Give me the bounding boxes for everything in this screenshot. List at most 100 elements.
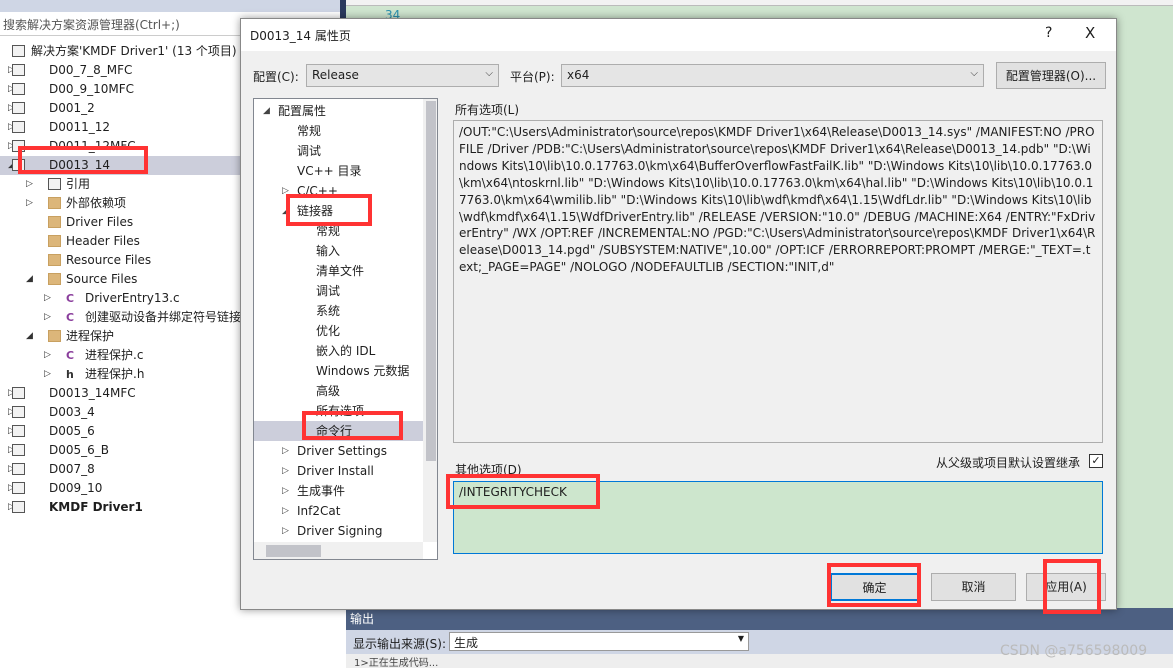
- property-tree-item[interactable]: 所有选项: [254, 401, 423, 421]
- solution-tree-item[interactable]: Header Files: [0, 232, 240, 251]
- property-tree-item[interactable]: 调试: [254, 141, 423, 161]
- solution-tree-item[interactable]: ◢ 进程保护: [0, 327, 240, 346]
- solution-tree-item-label: 解决方案'KMDF Driver1' (13 个项目): [31, 44, 237, 58]
- solution-tree-item[interactable]: ▷D00_9_10MFC: [0, 80, 240, 99]
- solution-tree-item[interactable]: ▷D009_10: [0, 479, 240, 498]
- solution-tree-item[interactable]: ▷D007_8: [0, 460, 240, 479]
- property-tree-item[interactable]: 常规: [254, 221, 423, 241]
- expanded-arrow-icon[interactable]: ◢: [263, 101, 270, 121]
- property-tree-item-label: 输入: [316, 244, 341, 258]
- config-manager-button[interactable]: 配置管理器(O)...: [996, 62, 1106, 89]
- solution-search-input[interactable]: 搜索解决方案资源管理器(Ctrl+;): [0, 12, 240, 36]
- property-tree-item-label: 常规: [297, 124, 322, 138]
- property-tree-item-label: 调试: [297, 144, 322, 158]
- apply-button[interactable]: 应用(A): [1026, 573, 1106, 601]
- solution-tree-item[interactable]: ▷KMDF Driver1: [0, 498, 240, 517]
- toolbar: [0, 0, 340, 12]
- solution-tree-item[interactable]: ▷ C DriverEntry13.c: [0, 289, 240, 308]
- solution-tree-item[interactable]: ▷ C 进程保护.c: [0, 346, 240, 365]
- property-tree-item[interactable]: Windows 元数据: [254, 361, 423, 381]
- property-tree-item[interactable]: 命令行: [254, 421, 423, 441]
- property-tree-item-label: VC++ 目录: [297, 164, 362, 178]
- solution-tree-item[interactable]: ▷D0011_12: [0, 118, 240, 137]
- collapsed-arrow-icon[interactable]: ▷: [44, 289, 54, 308]
- property-tree-item[interactable]: 系统: [254, 301, 423, 321]
- project-icon: [12, 387, 25, 399]
- output-source-select[interactable]: 生成 ▼: [449, 632, 749, 651]
- property-tree-item[interactable]: ◢ 链接器: [254, 201, 423, 221]
- solution-tree-item[interactable]: ▷D005_6: [0, 422, 240, 441]
- solution-tree-item[interactable]: ▷D003_4: [0, 403, 240, 422]
- collapsed-arrow-icon[interactable]: ▷: [282, 481, 289, 501]
- property-tree-item[interactable]: ▷ Inf2Cat: [254, 501, 423, 521]
- property-tree-item-label: Windows 元数据: [316, 364, 410, 378]
- property-tree-item[interactable]: ▷ C/C++: [254, 181, 423, 201]
- solution-tree-item[interactable]: ▷D00_7_8_MFC: [0, 61, 240, 80]
- expanded-arrow-icon[interactable]: ◢: [26, 270, 36, 289]
- collapsed-arrow-icon[interactable]: ▷: [44, 365, 54, 384]
- collapsed-arrow-icon[interactable]: ▷: [282, 181, 289, 201]
- property-tree-item[interactable]: ▷ Driver Signing: [254, 521, 423, 541]
- property-tree-item[interactable]: VC++ 目录: [254, 161, 423, 181]
- collapsed-arrow-icon[interactable]: ▷: [282, 461, 289, 481]
- property-tree-item[interactable]: ▷ 生成事件: [254, 481, 423, 501]
- property-tree-item[interactable]: 调试: [254, 281, 423, 301]
- project-icon: [12, 463, 25, 475]
- property-tree-item[interactable]: ▷ Driver Install: [254, 461, 423, 481]
- collapsed-arrow-icon[interactable]: ▷: [44, 346, 54, 365]
- property-tree-item[interactable]: 高级: [254, 381, 423, 401]
- project-icon: [12, 140, 25, 152]
- property-tree-item-label: 嵌入的 IDL: [316, 344, 376, 358]
- property-tree-item[interactable]: 清单文件: [254, 261, 423, 281]
- solution-tree-item[interactable]: ◢D0013_14: [0, 156, 240, 175]
- watermark: CSDN @a756598009: [1000, 643, 1148, 659]
- project-icon: [12, 121, 25, 133]
- output-title: 输出: [350, 612, 375, 626]
- solution-tree-item[interactable]: ▷D001_2: [0, 99, 240, 118]
- solution-tree-item[interactable]: ▷ 引用: [0, 175, 240, 194]
- solution-tree-item[interactable]: 解决方案'KMDF Driver1' (13 个项目): [0, 42, 240, 61]
- help-button[interactable]: ?: [1045, 25, 1052, 41]
- collapsed-arrow-icon[interactable]: ▷: [26, 175, 36, 194]
- expanded-arrow-icon[interactable]: ◢: [26, 327, 36, 346]
- collapsed-arrow-icon[interactable]: ▷: [26, 194, 36, 213]
- inherit-checkbox[interactable]: ✓: [1089, 454, 1103, 468]
- property-tree-item[interactable]: 输入: [254, 241, 423, 261]
- property-tree-item[interactable]: ▷ Driver Settings: [254, 441, 423, 461]
- collapsed-arrow-icon[interactable]: ▷: [282, 521, 289, 541]
- platform-select[interactable]: x64 ⌵: [561, 64, 984, 87]
- property-tree-item[interactable]: 优化: [254, 321, 423, 341]
- close-button[interactable]: X: [1085, 24, 1095, 42]
- cancel-button[interactable]: 取消: [931, 573, 1016, 601]
- property-tree-item[interactable]: 嵌入的 IDL: [254, 341, 423, 361]
- solution-tree-item-label: D0013_14MFC: [49, 386, 136, 400]
- solution-tree-item-label: 进程保护: [66, 329, 115, 343]
- solution-tree-item[interactable]: ◢ Source Files: [0, 270, 240, 289]
- solution-tree-item[interactable]: ▷ h 进程保护.h: [0, 365, 240, 384]
- property-tree-item[interactable]: 常规: [254, 121, 423, 141]
- collapsed-arrow-icon[interactable]: ▷: [282, 501, 289, 521]
- tree-hscroll-thumb[interactable]: [266, 545, 321, 557]
- solution-tree-item[interactable]: ▷D005_6_B: [0, 441, 240, 460]
- other-options-label: 其他选项(D): [455, 463, 522, 477]
- other-options-textbox[interactable]: /INTEGRITYCHECK: [453, 481, 1103, 554]
- solution-tree-item[interactable]: ▷D0013_14MFC: [0, 384, 240, 403]
- property-tree-item[interactable]: ◢ 配置属性: [254, 101, 423, 121]
- solution-tree-item[interactable]: ▷D0011_12MFC: [0, 137, 240, 156]
- solution-tree-item[interactable]: ▷ C 创建驱动设备并绑定符号链接: [0, 308, 241, 327]
- solution-tree-item[interactable]: Driver Files: [0, 213, 240, 232]
- collapsed-arrow-icon[interactable]: ▷: [282, 441, 289, 461]
- solution-tree-item-label: D0011_12: [49, 120, 111, 134]
- collapsed-arrow-icon[interactable]: ▷: [44, 308, 54, 327]
- solution-tree-item-label: D0011_12MFC: [49, 139, 136, 153]
- solution-tree-item[interactable]: Resource Files: [0, 251, 240, 270]
- property-tree: ◢ 配置属性 常规 调试 VC++ 目录 ▷ C/C++ ◢ 链接器 常规 输入 清单文件 调试 系统 优化…: [253, 98, 438, 560]
- all-options-textbox[interactable]: /OUT:"C:\Users\Administrator\source\repo…: [453, 120, 1103, 443]
- solution-tree-item-label: D007_8: [49, 462, 95, 476]
- expanded-arrow-icon[interactable]: ◢: [282, 201, 289, 221]
- config-select[interactable]: Release ⌵: [306, 64, 499, 87]
- solution-tree-item[interactable]: ▷ 外部依赖项: [0, 194, 240, 213]
- ok-button[interactable]: 确定: [830, 573, 919, 601]
- tree-scroll-thumb[interactable]: [426, 101, 436, 461]
- config-label: 配置(C):: [253, 70, 299, 84]
